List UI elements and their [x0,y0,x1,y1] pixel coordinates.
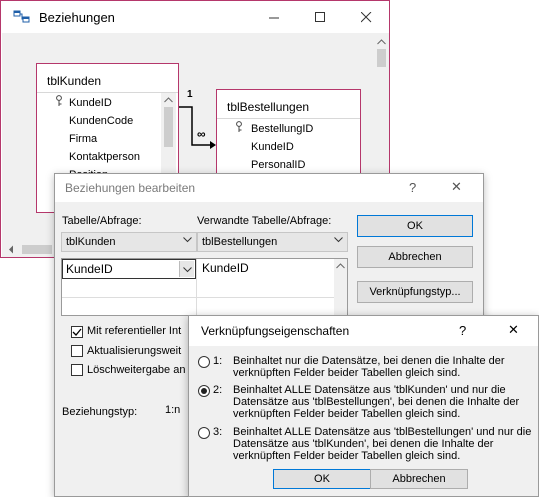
ok-button[interactable]: OK [357,215,473,237]
field-left-value: KundeID [66,262,113,276]
table-query-label: Tabelle/Abfrage: [62,215,142,227]
join-dialog-titlebar[interactable]: Verknüpfungseigenschaften ? ✕ [189,316,538,346]
help-button[interactable]: ? [459,323,466,338]
join-properties-dialog: Verknüpfungseigenschaften ? ✕ 1: Beinhal… [188,315,539,497]
field-left-cell[interactable]: KundeID [62,259,196,279]
maximize-button[interactable] [297,1,343,33]
field-item[interactable]: Firma [69,133,97,145]
relationships-title: Beziehungen [39,10,115,25]
join-option-3-number: 3: [213,426,223,438]
key-icon [55,95,63,110]
join-option-3-radio[interactable] [198,427,210,439]
join-option-2-number: 2: [213,384,223,396]
related-table-label: Verwandte Tabelle/Abfrage: [197,215,332,227]
join-dialog-title: Verknüpfungseigenschaften [201,324,350,338]
chevron-down-icon [183,235,192,246]
minimize-button[interactable] [251,1,297,33]
relationship-line[interactable] [178,93,218,153]
maximize-icon [314,11,325,22]
edit-dialog-title: Beziehungen bearbeiten [65,181,196,195]
field-item[interactable]: PersonalID [251,159,305,171]
scroll-thumb[interactable] [377,49,386,67]
relationships-titlebar[interactable]: Beziehungen [1,1,389,33]
field-item[interactable]: BestellungID [251,123,313,135]
scroll-thumb[interactable] [22,245,52,254]
cancel-button[interactable]: Abbrechen [357,246,473,268]
relationship-type-value: 1:n [165,404,181,416]
grid-scrollbar[interactable] [334,259,347,315]
related-table-select-value: tblBestellungen [202,236,278,248]
relation-one-label: 1 [187,89,193,100]
table-select[interactable]: tblKunden [61,232,197,252]
chevron-down-icon[interactable] [179,261,194,277]
key-icon [235,121,243,136]
referential-integrity-checkbox[interactable] [71,326,83,338]
help-button[interactable]: ? [409,180,416,195]
checkmark-icon [72,328,82,336]
referential-integrity-label: Mit referentieller Int [87,325,182,337]
edit-dialog-titlebar[interactable]: Beziehungen bearbeiten ? ✕ [55,174,483,202]
related-table-select[interactable]: tblBestellungen [197,232,348,252]
join-ok-button[interactable]: OK [273,469,371,489]
cascade-delete-label: Löschweitergabe an [87,364,186,376]
join-type-button[interactable]: Verknüpfungstyp... [357,281,473,303]
relationships-app-icon [13,10,31,27]
close-icon [360,11,371,22]
field-item[interactable]: KundeID [251,141,294,153]
scroll-up-icon [336,263,345,269]
join-option-1-number: 1: [213,355,223,367]
cascade-update-label: Aktualisierungsweit [87,345,182,357]
close-button[interactable]: ✕ [451,179,462,195]
scroll-up-icon [164,97,173,103]
join-option-2-radio[interactable] [198,385,210,397]
join-cancel-button[interactable]: Abbrechen [370,469,468,489]
field-item[interactable]: KundenCode [69,115,133,127]
join-option-1-radio[interactable] [198,356,210,368]
minimize-icon [268,17,279,18]
relationship-type-label: Beziehungstyp: [62,406,138,418]
table-name: tblBestellungen [227,100,310,114]
chevron-down-icon [334,235,343,246]
field-item[interactable]: KundeID [69,97,112,109]
table-name: tblKunden [47,74,102,88]
field-item[interactable]: Kontaktperson [69,151,140,163]
cascade-delete-checkbox[interactable] [71,364,83,376]
close-button[interactable]: ✕ [508,322,519,338]
field-mapping-grid[interactable]: KundeID KundeID [61,258,348,316]
divider [37,92,178,93]
join-option-2-text[interactable]: Beinhaltet ALLE Datensätze aus 'tblKunde… [233,384,533,420]
cascade-update-checkbox[interactable] [71,345,83,357]
join-option-3-text[interactable]: Beinhaltet ALLE Datensätze aus 'tblBeste… [233,426,533,462]
relation-many-label: ∞ [197,127,206,141]
divider [62,297,334,298]
table-select-value: tblKunden [66,236,116,248]
scroll-thumb[interactable] [164,107,173,147]
close-button[interactable] [343,1,389,33]
divider [217,118,360,119]
scroll-up-icon [377,39,386,45]
field-right-value[interactable]: KundeID [202,261,249,275]
divider [196,259,197,315]
join-option-1-text[interactable]: Beinhaltet nur die Datensätze, bei denen… [233,355,533,379]
scroll-left-icon [9,245,13,254]
